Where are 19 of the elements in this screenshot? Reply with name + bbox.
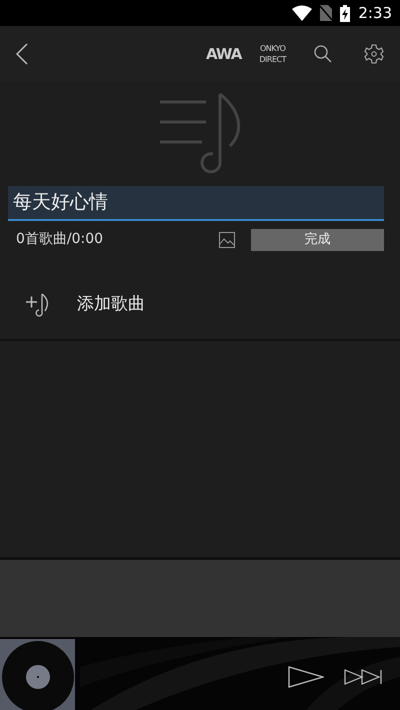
- add-song-row[interactable]: 添加歌曲: [0, 270, 400, 340]
- playlist-summary: 0首歌曲/0:00: [16, 230, 104, 249]
- settings-button[interactable]: [364, 44, 384, 64]
- album-art[interactable]: [0, 639, 75, 710]
- clock-time: 2:33: [358, 2, 392, 24]
- done-button[interactable]: 完成: [251, 228, 384, 250]
- awa-logo-button[interactable]: AWA: [206, 42, 242, 66]
- playlist-music-icon: [158, 92, 242, 174]
- wifi-icon: [292, 5, 312, 21]
- search-button[interactable]: [314, 45, 332, 63]
- battery-charging-icon: [340, 4, 350, 22]
- onkyo-direct-button[interactable]: ONKYO DIRECT: [259, 43, 286, 65]
- image-button[interactable]: [219, 232, 235, 248]
- playlist-name-field[interactable]: 每天好心情: [8, 186, 384, 220]
- no-sim-icon: [320, 5, 332, 21]
- play-button[interactable]: [288, 666, 324, 688]
- back-button[interactable]: [16, 43, 28, 65]
- add-song-label: 添加歌曲: [77, 292, 145, 316]
- next-button[interactable]: [344, 668, 384, 684]
